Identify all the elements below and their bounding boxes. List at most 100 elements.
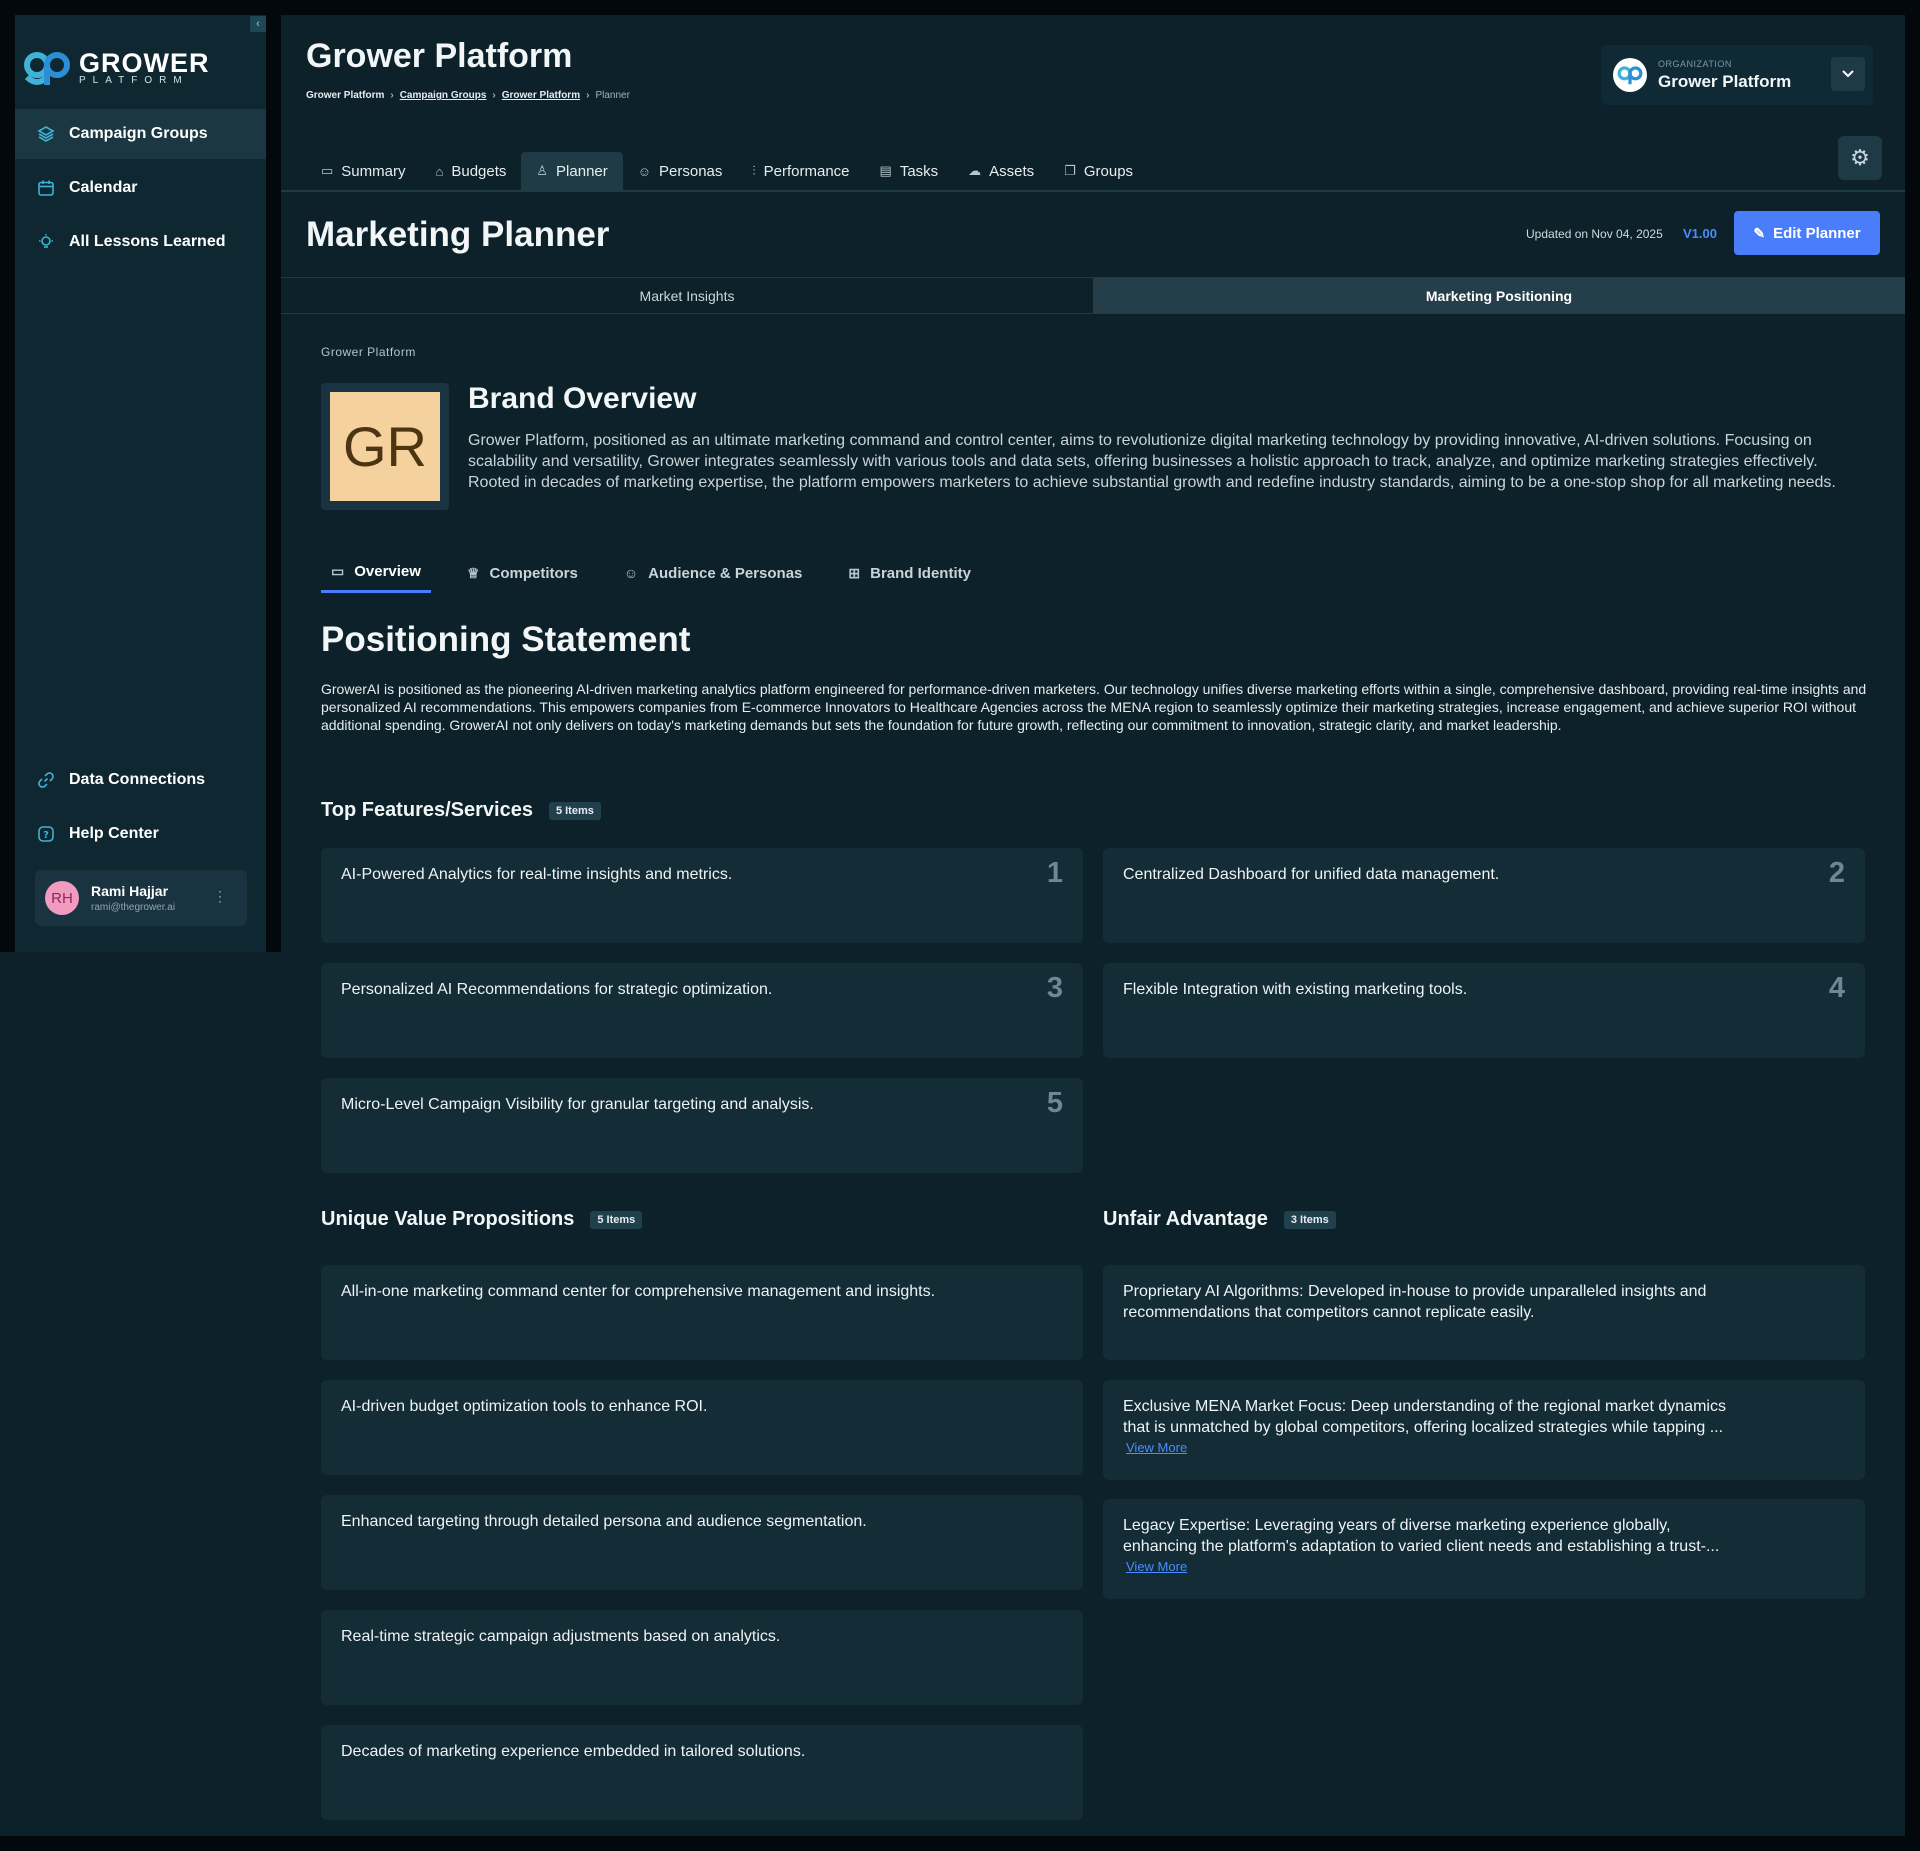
layers-icon xyxy=(37,125,55,143)
advantage-card: Exclusive MENA Market Focus: Deep unders… xyxy=(1103,1380,1865,1480)
tab-assets[interactable]: ☁ Assets xyxy=(953,152,1049,190)
chart-icon: ⫶ xyxy=(752,163,756,178)
feature-number: 2 xyxy=(1828,857,1845,889)
feature-number: 1 xyxy=(1046,857,1063,889)
sidebar-item-help-center[interactable]: ? Help Center xyxy=(15,809,266,859)
tab-label: Budgets xyxy=(451,162,507,180)
brand-icon: ⊞ xyxy=(848,564,861,581)
edit-planner-button[interactable]: ✎ Edit Planner xyxy=(1734,211,1880,255)
sidebar-item-all-lessons-learned[interactable]: All Lessons Learned xyxy=(15,217,266,267)
advantage-title: Unfair Advantage xyxy=(1103,1208,1268,1230)
breadcrumb-item[interactable]: Grower Platform xyxy=(306,90,384,101)
uvp-card: All-in-one marketing command center for … xyxy=(321,1265,1083,1360)
brand-overview-description: Grower Platform, positioned as an ultima… xyxy=(468,432,1836,491)
app-logo[interactable]: GROWER PLATFORM xyxy=(23,49,210,87)
presentation-icon: ▭ xyxy=(331,563,345,579)
feature-card: Personalized AI Recommendations for stra… xyxy=(321,963,1083,1058)
positioning-text: GrowerAI is positioned as the pioneering… xyxy=(321,681,1867,733)
org-name: Grower Platform xyxy=(1658,71,1792,91)
uvp-card: Decades of marketing experience embedded… xyxy=(321,1725,1083,1820)
tab-summary[interactable]: ▭ Summary xyxy=(306,152,420,190)
help-icon: ? xyxy=(37,825,55,843)
feature-card: Micro-Level Campaign Visibility for gran… xyxy=(321,1078,1083,1173)
feature-card: Centralized Dashboard for unified data m… xyxy=(1103,848,1865,943)
subtab-label: Brand Identity xyxy=(870,564,971,582)
view-more-link[interactable]: View More xyxy=(1126,1559,1845,1575)
tab-label: Summary xyxy=(341,162,406,180)
tab-groups[interactable]: ❐ Groups xyxy=(1049,152,1148,190)
positioning-title: Positioning Statement xyxy=(321,620,691,659)
feature-text: AI-Powered Analytics for real-time insig… xyxy=(341,866,733,883)
user-icon: ☺ xyxy=(623,565,639,581)
subtab-overview[interactable]: ▭ Overview xyxy=(321,553,431,593)
logo-wordmark: GROWER xyxy=(79,48,210,78)
tab-label: Assets xyxy=(989,162,1035,180)
advantage-text: Proprietary AI Algorithms: Developed in-… xyxy=(1123,1283,1707,1300)
uvp-text: Enhanced targeting through detailed pers… xyxy=(341,1513,867,1530)
feature-text: Centralized Dashboard for unified data m… xyxy=(1123,866,1500,883)
advantage-text: that is unmatched by global competitors,… xyxy=(1123,1419,1724,1436)
subtab-brand-identity[interactable]: ⊞ Brand Identity xyxy=(838,553,981,593)
sidebar-item-label: Help Center xyxy=(69,825,159,842)
subtab-label: Competitors xyxy=(489,564,578,582)
advantage-text: enhancing the platform's adaptation to v… xyxy=(1123,1538,1720,1555)
feature-text: Micro-Level Campaign Visibility for gran… xyxy=(341,1096,814,1113)
chevron-down-icon[interactable] xyxy=(1831,57,1865,91)
clipboard-icon: ▤ xyxy=(879,163,892,178)
uvp-text: Decades of marketing experience embedded… xyxy=(341,1743,806,1760)
brand-initials: GR xyxy=(330,392,440,501)
main-tabs: ▭ Summary ⌂ Budgets ♙ Planner ☺ Personas ⫶ Pe… xyxy=(306,152,1148,190)
view-more-link[interactable]: View More xyxy=(1126,1440,1845,1456)
sidebar-item-calendar[interactable]: Calendar xyxy=(15,163,266,213)
subtab-audience-personas[interactable]: ☺ Audience & Personas xyxy=(614,553,813,593)
edit-icon: ✎ xyxy=(1753,224,1766,241)
breadcrumb-item[interactable]: Campaign Groups xyxy=(400,90,487,101)
chevron-right-icon: › xyxy=(586,90,590,101)
tab-tasks[interactable]: ▤ Tasks xyxy=(865,152,954,190)
features-header: Top Features/Services 5 Items xyxy=(321,799,601,822)
user-name: Rami Hajjar xyxy=(91,883,169,899)
copy-icon: ❐ xyxy=(1064,163,1076,178)
sidebar-item-campaign-groups[interactable]: Campaign Groups xyxy=(15,109,266,159)
chevron-right-icon: › xyxy=(492,90,496,101)
uvp-count-badge: 5 Items xyxy=(590,1210,643,1229)
segment-market-insights[interactable]: Market Insights xyxy=(281,278,1093,313)
lightbulb-icon xyxy=(37,233,55,251)
tab-personas[interactable]: ☺ Personas xyxy=(623,152,738,190)
subtab-competitors[interactable]: ♕ Competitors xyxy=(457,553,588,593)
sidebar-item-label: All Lessons Learned xyxy=(69,233,226,250)
subtab-label: Audience & Personas xyxy=(648,564,803,582)
subtab-label: Overview xyxy=(354,563,421,580)
advantage-card: Proprietary AI Algorithms: Developed in-… xyxy=(1103,1265,1865,1360)
tab-budgets[interactable]: ⌂ Budgets xyxy=(420,152,521,190)
brand-overview-title: Brand Overview xyxy=(468,382,697,415)
tab-planner[interactable]: ♙ Planner xyxy=(521,152,623,190)
breadcrumb: Grower Platform › Campaign Groups › Grow… xyxy=(306,90,630,101)
uvp-text: Real-time strategic campaign adjustments… xyxy=(341,1628,781,1645)
uvp-title: Unique Value Propositions xyxy=(321,1208,575,1230)
tab-label: Tasks xyxy=(899,162,939,180)
more-vertical-icon[interactable]: ⋮ xyxy=(213,888,227,905)
tab-label: Personas xyxy=(659,162,723,180)
feature-card: AI-Powered Analytics for real-time insig… xyxy=(321,848,1083,943)
advantage-count-badge: 3 Items xyxy=(1283,1210,1336,1229)
sidebar-item-data-connections[interactable]: Data Connections xyxy=(15,755,266,805)
monitor-icon: ▭ xyxy=(321,163,334,178)
breadcrumb-item[interactable]: Grower Platform xyxy=(502,90,580,101)
organization-switcher[interactable]: ORGANIZATION Grower Platform xyxy=(1601,45,1873,105)
settings-button[interactable]: ⚙ xyxy=(1838,136,1882,180)
segment-marketing-positioning[interactable]: Marketing Positioning xyxy=(1093,278,1905,313)
uvp-text: All-in-one marketing command center for … xyxy=(341,1283,936,1300)
feature-number: 3 xyxy=(1046,972,1063,1004)
brand-subtabs: ▭ Overview ♕ Competitors ☺ Audience & Perso… xyxy=(321,553,1007,597)
feature-number: 5 xyxy=(1046,1087,1063,1119)
edit-planner-label: Edit Planner xyxy=(1773,224,1861,242)
features-title: Top Features/Services xyxy=(321,799,533,821)
window-bottom-strip xyxy=(0,1836,1920,1851)
user-card[interactable]: RH Rami Hajjar rami@thegrower.ai ⋮ xyxy=(35,870,247,926)
feature-number: 4 xyxy=(1828,972,1845,1004)
version-badge: V1.00 xyxy=(1683,226,1717,241)
collapse-sidebar-button[interactable]: ‹ xyxy=(250,16,266,32)
sidebar: ‹ GROWER PLATFORM Campaign Groups Calend… xyxy=(15,15,266,952)
tab-performance[interactable]: ⫶ Performance xyxy=(737,152,864,190)
